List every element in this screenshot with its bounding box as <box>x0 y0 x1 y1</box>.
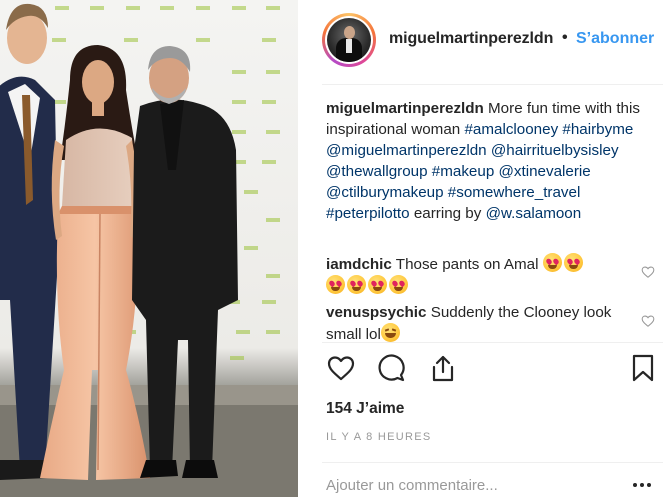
avatar-figure-shirt <box>346 39 352 53</box>
post-header: miguelmartinperezldn • S’abonner <box>298 0 663 82</box>
follow-button[interactable]: S’abonner <box>576 30 654 48</box>
heart-eyes-emoji <box>326 275 345 294</box>
caption-tag-link[interactable]: #peterpilotto <box>326 205 410 222</box>
post-timestamp[interactable]: IL Y A 8 HEURES <box>326 431 432 443</box>
comment-like-heart-icon[interactable] <box>641 265 655 279</box>
caption-tag-link[interactable]: #amalclooney <box>464 121 558 138</box>
more-dots-icon[interactable] <box>631 476 653 494</box>
caption-tag-link[interactable]: @w.salamoon <box>486 205 582 222</box>
bookmark-icon[interactable] <box>628 353 658 383</box>
add-comment-divider <box>322 462 663 463</box>
avatar-image <box>327 18 371 62</box>
heart-eyes-emoji <box>563 253 583 272</box>
post-panel: miguelmartinperezldn • S’abonner miguelm… <box>298 0 663 497</box>
comment-bubble-icon[interactable] <box>376 353 406 383</box>
share-upload-icon[interactable] <box>428 353 458 383</box>
separator-dot: • <box>562 29 568 46</box>
comments-divider <box>322 342 663 343</box>
caption-text: earring by <box>409 205 486 222</box>
laughing-emoji <box>380 323 400 342</box>
caption-tag-link[interactable]: @ctilburymakeup <box>326 184 444 201</box>
heart-eyes-emoji <box>542 253 562 272</box>
comment-item: venuspsychic Suddenly the Clooney look s… <box>326 302 626 345</box>
heart-eyes-emoji <box>368 275 387 294</box>
action-bar <box>326 353 656 385</box>
post-photo[interactable] <box>0 0 298 497</box>
comment-username[interactable]: iamdchic <box>326 256 392 273</box>
comment-like-heart-icon[interactable] <box>641 314 655 328</box>
post-photo-art <box>0 3 298 497</box>
post-caption: miguelmartinperezldn More fun time with … <box>326 98 656 224</box>
avatar-border <box>325 16 373 64</box>
comment-text: Those pants on Amal <box>391 256 539 273</box>
header-divider <box>322 84 663 85</box>
username-link[interactable]: miguelmartinperezldn <box>389 30 553 48</box>
caption-tag-link[interactable]: #somewhere_travel <box>448 184 581 201</box>
caption-tag-link[interactable]: @miguelmartinperezldn <box>326 142 487 159</box>
caption-username[interactable]: miguelmartinperezldn <box>326 100 484 117</box>
heart-icon[interactable] <box>326 353 356 383</box>
comment-username[interactable]: venuspsychic <box>326 304 426 321</box>
heart-eyes-emoji <box>347 275 366 294</box>
avatar[interactable] <box>322 13 376 67</box>
caption-tag-link[interactable]: @xtinevalerie <box>499 163 591 180</box>
likes-count[interactable]: 154 J’aime <box>326 400 404 418</box>
caption-tag-link[interactable]: #hairbyme <box>562 121 633 138</box>
caption-tag-link[interactable]: @thewallgroup <box>326 163 428 180</box>
heart-eyes-emoji <box>389 275 408 294</box>
caption-tag-link[interactable]: #makeup <box>432 163 494 180</box>
comment-item: iamdchic Those pants on Amal <box>326 253 626 297</box>
add-comment-input[interactable] <box>326 474 626 496</box>
caption-block: miguelmartinperezldn More fun time with … <box>326 98 656 224</box>
avatar-figure-head <box>344 26 355 39</box>
caption-tag-link[interactable]: @hairrituelbysisley <box>491 142 619 159</box>
